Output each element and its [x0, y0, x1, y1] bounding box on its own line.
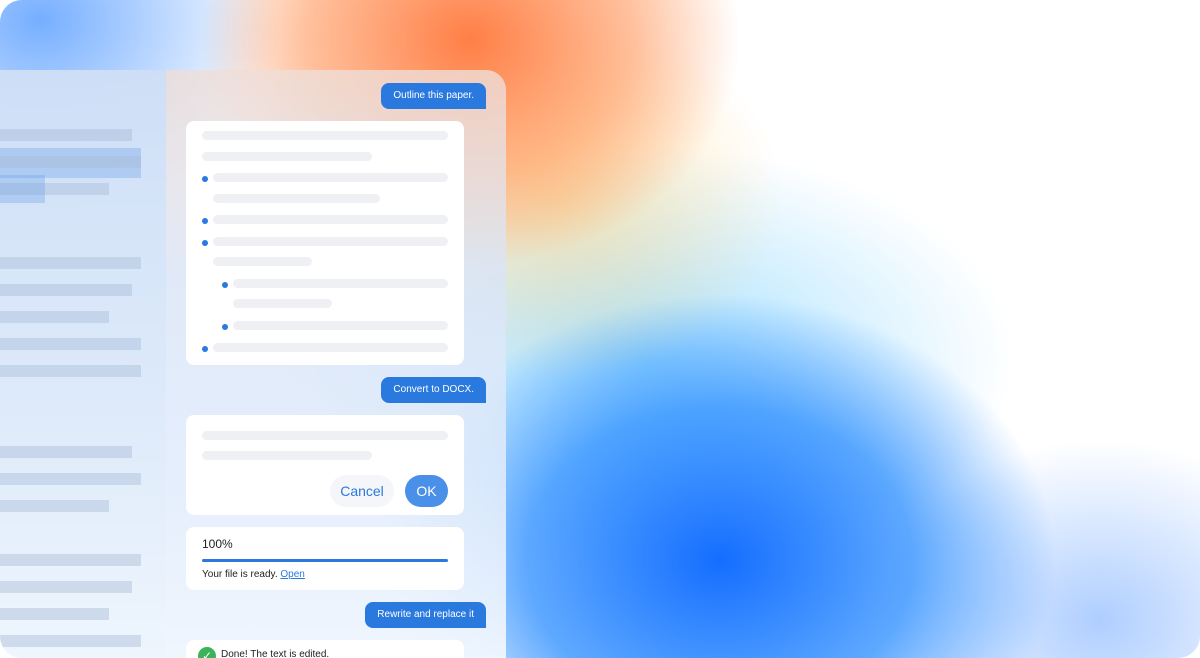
doc-line: [0, 257, 141, 269]
status-text: Your file is ready.: [202, 569, 278, 580]
doc-line: [0, 284, 132, 296]
placeholder-line: [233, 299, 332, 308]
placeholder-line: [202, 431, 448, 440]
bullet: [202, 346, 208, 352]
check-circle-icon: ✓: [198, 647, 216, 658]
doc-line: [0, 554, 141, 566]
user-message: Rewrite and replace it: [365, 602, 486, 628]
doc-line: [0, 365, 141, 377]
doc-line: [0, 446, 132, 458]
bullet: [202, 240, 208, 246]
doc-line: [0, 635, 141, 647]
doc-line: [0, 581, 132, 593]
app-window: Outline this paper. Convert to DOCX. Can…: [0, 70, 506, 658]
placeholder-line: [213, 343, 448, 352]
outline-card: [186, 121, 464, 365]
bullet: [222, 324, 228, 330]
progress-bar-fill: [202, 559, 448, 562]
done-card: ✓ Done! The text is edited.: [186, 640, 464, 658]
doc-highlight: [0, 175, 45, 203]
doc-line: [0, 473, 141, 485]
placeholder-line: [202, 131, 448, 140]
placeholder-line: [213, 237, 448, 246]
progress-card: 100% Your file is ready. Open: [186, 527, 464, 590]
placeholder-line: [233, 321, 448, 330]
progress-percent: 100%: [202, 537, 233, 551]
done-text: Done! The text is edited.: [221, 649, 330, 658]
doc-line: [0, 338, 141, 350]
dialog-card: Cancel OK: [186, 415, 464, 515]
open-link[interactable]: Open: [280, 569, 304, 580]
placeholder-line: [233, 279, 448, 288]
doc-line: [0, 311, 109, 323]
bullet: [202, 218, 208, 224]
user-message: Convert to DOCX.: [381, 377, 486, 403]
placeholder-line: [202, 451, 372, 460]
chat-panel: Outline this paper. Convert to DOCX. Can…: [166, 70, 506, 658]
bullet: [222, 282, 228, 288]
background-frame: Outline this paper. Convert to DOCX. Can…: [0, 0, 1200, 658]
document-panel: [0, 70, 166, 658]
doc-line: [0, 608, 109, 620]
user-message: Outline this paper.: [381, 83, 486, 109]
progress-bar: [202, 559, 448, 562]
doc-line: [0, 156, 141, 168]
placeholder-line: [213, 215, 448, 224]
doc-line: [0, 129, 132, 141]
placeholder-line: [213, 194, 380, 203]
status-line: Your file is ready. Open: [202, 569, 305, 580]
doc-line: [0, 500, 109, 512]
cancel-button[interactable]: Cancel: [330, 475, 394, 507]
ok-button[interactable]: OK: [405, 475, 448, 507]
placeholder-line: [213, 173, 448, 182]
placeholder-line: [213, 257, 312, 266]
placeholder-line: [202, 152, 372, 161]
bullet: [202, 176, 208, 182]
